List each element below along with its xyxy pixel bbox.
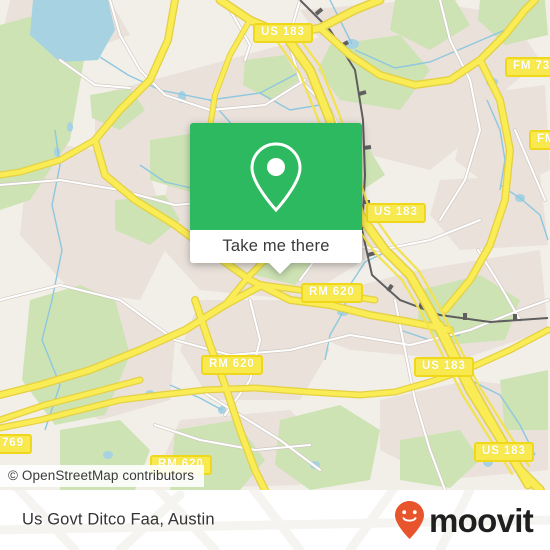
take-me-there-button[interactable]: Take me there — [190, 230, 362, 274]
take-me-there-label: Take me there — [222, 237, 330, 255]
road-shield-rm620-west: RM 620 — [201, 355, 263, 375]
road-shield-769: 769 — [0, 434, 32, 454]
moovit-smiley-pin-icon — [395, 501, 425, 539]
map-pin-icon — [250, 141, 302, 212]
place-title: Us Govt Ditco Faa, Austin — [22, 510, 215, 529]
popup-header — [190, 123, 362, 230]
moovit-wordmark: moovit — [429, 501, 534, 539]
road-shield-fm734: FM 734 — [505, 57, 550, 77]
map-attribution: © OpenStreetMap contributors — [0, 465, 205, 487]
road-shield-fm-partial: FM — [529, 130, 550, 150]
location-popup-card[interactable]: Take me there — [190, 123, 362, 274]
moovit-logo[interactable]: moovit — [393, 500, 534, 540]
footer-bar: Us Govt Ditco Faa, Austin moovit — [0, 490, 550, 550]
popup-pointer-tail — [269, 263, 291, 274]
road-shield-rm620-center: RM 620 — [301, 283, 363, 303]
road-shield-us183-mid: US 183 — [366, 203, 426, 223]
map-screen: © OpenStreetMap contributors US 183 FM 7… — [0, 0, 550, 550]
road-shield-us183-bottom: US 183 — [474, 442, 534, 462]
road-shield-us183-north: US 183 — [253, 23, 313, 43]
road-shield-us183-south: US 183 — [414, 357, 474, 377]
